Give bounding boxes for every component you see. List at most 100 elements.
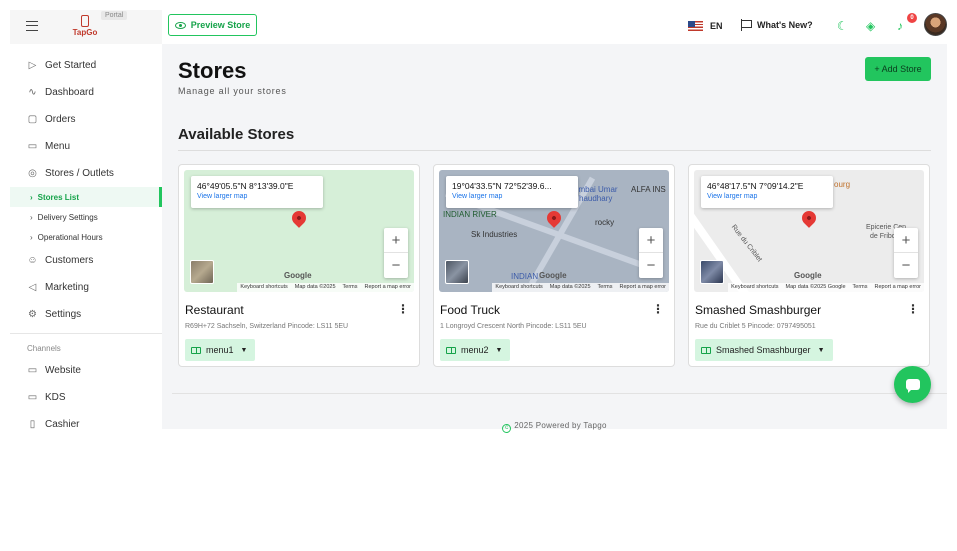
store-map[interactable]: umbai Umar haudhary ALFA INS INDIAN RIVE… — [439, 170, 669, 292]
sidebar-item-website[interactable]: ▭ Website — [10, 357, 162, 384]
keyboard-shortcuts-link[interactable]: Keyboard shortcuts — [731, 284, 778, 291]
sidebar-header: TapGo Portal — [10, 10, 162, 44]
terms-link[interactable]: Terms — [598, 284, 613, 291]
map-coordinates: 46°49'05.5"N 8°13'39.0"E — [197, 181, 294, 191]
menu-select-value: menu2 — [461, 345, 489, 355]
main-content: Stores Manage all your stores + Add Stor… — [162, 44, 947, 433]
caret-down-icon: ▼ — [240, 346, 248, 354]
keyboard-shortcuts-link[interactable]: Keyboard shortcuts — [495, 284, 542, 291]
chevron-right-icon: › — [30, 192, 33, 202]
moon-icon[interactable]: ☾ — [837, 19, 848, 33]
add-store-button[interactable]: + Add Store — [865, 57, 931, 81]
map-zoom-control: + − — [894, 228, 918, 278]
sidebar-subitem-stores-list[interactable]: › Stores List — [10, 187, 162, 207]
paint-bucket-icon[interactable]: ◈ — [866, 19, 875, 33]
menu-toggle-icon[interactable] — [26, 21, 38, 31]
map-attribution: Keyboard shortcuts Map data ©2025 Terms … — [237, 283, 414, 292]
google-logo: Google — [539, 271, 567, 280]
sidebar-item-kds[interactable]: ▭ KDS — [10, 384, 162, 411]
store-map[interactable]: 46°49'05.5"N 8°13'39.0"E View larger map… — [184, 170, 414, 292]
sidebar-item-label: Orders — [45, 114, 76, 125]
report-error-link[interactable]: Report a map error — [620, 284, 666, 291]
report-error-link[interactable]: Report a map error — [875, 284, 921, 291]
terms-link[interactable]: Terms — [343, 284, 358, 291]
whats-new-label: What's New? — [757, 20, 813, 30]
sidebar-item-customers[interactable]: ☺ Customers — [10, 247, 162, 274]
map-pin-icon[interactable] — [289, 208, 309, 228]
zoom-out-icon[interactable]: − — [639, 253, 663, 278]
keyboard-shortcuts-link[interactable]: Keyboard shortcuts — [240, 284, 287, 291]
menu-select[interactable]: menu1 ▼ — [185, 339, 256, 361]
gear-icon: ⚙ — [28, 309, 37, 320]
menu-select[interactable]: Smashed Smashburger ▼ — [695, 339, 833, 361]
sidebar-item-orders[interactable]: ▢ Orders — [10, 106, 162, 133]
preview-store-button[interactable]: Preview Store — [168, 14, 257, 36]
language-selector[interactable]: EN — [710, 21, 723, 31]
more-options-icon[interactable]: ⋮ — [907, 302, 919, 316]
page-title: Stores — [178, 58, 247, 83]
logo[interactable]: TapGo — [70, 15, 100, 37]
chevron-right-icon: › — [30, 212, 33, 222]
google-logo: Google — [284, 271, 312, 280]
map-label: de Fribo — [870, 233, 896, 240]
sidebar-subitem-operational-hours[interactable]: › Operational Hours — [10, 227, 162, 247]
more-options-icon[interactable]: ⋮ — [397, 302, 409, 316]
map-info-box: 46°49'05.5"N 8°13'39.0"E View larger map — [191, 176, 323, 208]
sidebar-item-settings[interactable]: ⚙ Settings — [10, 301, 162, 328]
map-satellite-toggle[interactable] — [700, 260, 724, 284]
us-flag-icon[interactable] — [688, 21, 703, 31]
notification-badge: 0 — [907, 13, 917, 23]
map-attribution: Keyboard shortcuts Map data ©2025 Terms … — [492, 283, 669, 292]
channels-nav: ▭ Website ▭ KDS ▯ Cashier — [10, 357, 162, 438]
zoom-out-icon[interactable]: − — [894, 253, 918, 278]
terms-link[interactable]: Terms — [853, 284, 868, 291]
chat-icon — [905, 379, 920, 393]
map-satellite-toggle[interactable] — [190, 260, 214, 284]
sidebar-subitem-delivery-settings[interactable]: › Delivery Settings — [10, 207, 162, 227]
report-error-link[interactable]: Report a map error — [365, 284, 411, 291]
view-larger-map-link[interactable]: View larger map — [452, 193, 572, 200]
sidebar-subitem-label: Operational Hours — [37, 232, 103, 242]
map-satellite-toggle[interactable] — [445, 260, 469, 284]
zoom-in-icon[interactable]: + — [384, 228, 408, 253]
logo-text: TapGo — [72, 28, 98, 37]
book-icon: ▭ — [27, 141, 38, 152]
view-larger-map-link[interactable]: View larger map — [707, 193, 827, 200]
menu-select[interactable]: menu2 ▼ — [440, 339, 511, 361]
sidebar-item-label: Cashier — [45, 419, 80, 430]
google-logo: Google — [794, 271, 822, 280]
sidebar-item-menu[interactable]: ▭ Menu — [10, 133, 162, 160]
map-pin-icon[interactable] — [799, 208, 819, 228]
chat-button[interactable] — [894, 366, 931, 403]
copyright-icon: c — [502, 424, 512, 433]
sidebar-divider — [10, 333, 162, 334]
sidebar-item-cashier[interactable]: ▯ Cashier — [10, 411, 162, 438]
preview-store-label: Preview Store — [190, 20, 251, 30]
sidebar-item-marketing[interactable]: ◁ Marketing — [10, 274, 162, 301]
sidebar-subitem-label: Stores List — [37, 192, 80, 202]
sidebar-item-label: Marketing — [45, 282, 89, 293]
zoom-in-icon[interactable]: + — [894, 228, 918, 253]
megaphone-icon: ◁ — [28, 282, 37, 293]
more-options-icon[interactable]: ⋮ — [652, 302, 664, 316]
whats-new-button[interactable]: What's New? — [741, 19, 813, 31]
bell-icon[interactable]: ♪ — [897, 19, 903, 33]
play-icon: ▷ — [28, 60, 37, 71]
sidebar-item-stores[interactable]: ◎ Stores / Outlets — [10, 160, 162, 187]
store-name: Smashed Smashburger — [695, 303, 822, 317]
sidebar-item-get-started[interactable]: ▷ Get Started — [10, 52, 162, 79]
store-map[interactable]: ourg Rue du Criblet Epicerie Cen de Frib… — [694, 170, 924, 292]
view-larger-map-link[interactable]: View larger map — [197, 193, 317, 200]
book-icon — [446, 346, 456, 354]
sidebar-item-dashboard[interactable]: ∿ Dashboard — [10, 79, 162, 106]
map-data-text: Map data ©2025 Google — [785, 284, 846, 290]
avatar[interactable] — [924, 13, 947, 36]
logo-icon — [81, 15, 89, 27]
zoom-in-icon[interactable]: + — [639, 228, 663, 253]
shopping-bag-icon: ▢ — [27, 114, 38, 125]
map-pin-icon: ◎ — [28, 168, 37, 179]
zoom-out-icon[interactable]: − — [384, 253, 408, 278]
sidebar-item-label: Dashboard — [45, 87, 94, 98]
caret-down-icon: ▼ — [495, 346, 503, 354]
flag-icon — [741, 19, 752, 31]
